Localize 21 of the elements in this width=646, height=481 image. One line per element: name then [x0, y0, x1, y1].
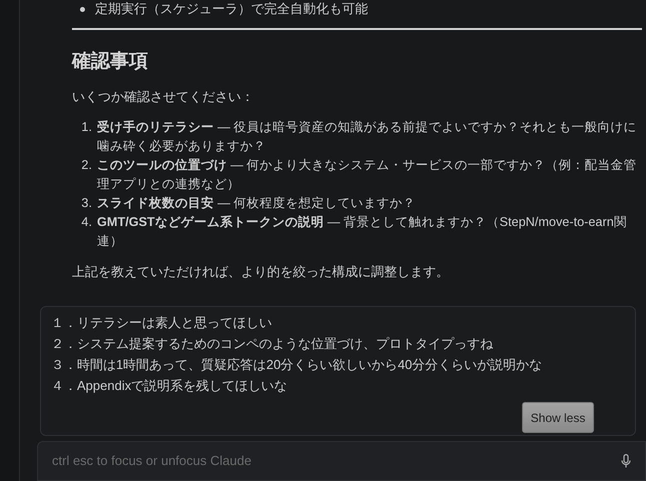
closing-text: 上記を教えていただければ、より的を絞った構成に調整します。 — [72, 263, 450, 281]
question-text: スライド枚数の目安 — 何枚程度を想定していますか？ — [97, 195, 416, 212]
list-number: 1. — [80, 119, 93, 136]
question-text: GMT/GSTなどゲーム系トークンの説明 — 背景として触れますか？（StepN/move-to-earn関連） — [97, 214, 628, 250]
bullet-text: 定期実行（スケジューラ）で完全自動化も可能 — [95, 0, 368, 18]
message-line: １．リテラシーは素人と思ってほしい — [51, 314, 273, 332]
question-text: 受け手のリテラシー — 役員は暗号資産の知識がある前提でよいですか？それとも一般向けに噛み砕く必要がありますか？ — [97, 119, 638, 155]
section-heading: 確認事項 — [72, 50, 149, 74]
intro-text: いくつか確認させてください： — [72, 88, 255, 106]
question-text: このツールの位置づけ — 何かより大きなシステム・サービスの一部ですか？（例：配当金管理アプリとの連携など） — [97, 157, 638, 193]
list-number: 4. — [80, 214, 93, 231]
message-line: ２．システム提案するためのコンペのような位置づけ、プロトタイプっすね — [51, 335, 494, 353]
message-line: ３．時間は1時間あって、質疑応答は20分くらい欲しいから40分分くらいが説明かな — [51, 356, 544, 374]
microphone-icon[interactable] — [621, 454, 631, 468]
list-number: 3. — [80, 195, 93, 212]
list-number: 2. — [80, 157, 93, 174]
bullet-icon — [80, 6, 85, 12]
show-less-button[interactable]: Show less — [522, 402, 594, 433]
chat-input[interactable]: ctrl esc to focus or unfocus Claude — [52, 451, 621, 471]
message-line: ４．Appendixで説明系を残してほしいな — [51, 377, 288, 395]
message-input-box[interactable]: ctrl esc to focus or unfocus Claude — [37, 441, 646, 481]
